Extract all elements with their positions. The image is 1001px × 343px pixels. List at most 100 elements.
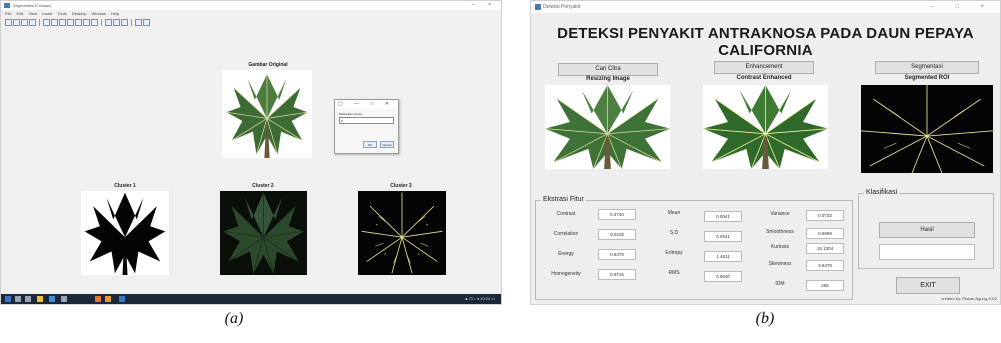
ekstrasi-fitur-group: Ekstrasi Fitur Contrast 0.4740 Correlati… bbox=[535, 196, 853, 300]
correlation-value-field: 0.0229 bbox=[598, 229, 636, 240]
system-tray[interactable]: ▲ ⊡ ♪ ◂ 10:24 ▭ bbox=[464, 295, 495, 303]
data-cursor-icon[interactable] bbox=[83, 19, 90, 26]
original-leaf-image bbox=[222, 70, 312, 158]
contrast-feature-label: Contrast bbox=[556, 211, 576, 217]
figure-menubar[interactable]: File Edit View Insert Tools Desktop Wind… bbox=[1, 10, 501, 18]
entropy-value-field: 1.4811 bbox=[704, 251, 742, 262]
idm-value-field: 255 bbox=[806, 280, 844, 291]
variance-feature-label: Variance bbox=[770, 211, 790, 217]
zoom-in-icon[interactable] bbox=[51, 19, 58, 26]
energy-feature-label: Energy bbox=[558, 251, 574, 257]
contrast-label: Contrast Enhanced bbox=[736, 75, 792, 81]
contrast-image bbox=[703, 85, 828, 169]
cluster3-title: Cluster 3 bbox=[390, 183, 412, 189]
cluster1-title: Cluster 1 bbox=[114, 183, 136, 189]
homogeneity-value-field: 0.9716 bbox=[598, 269, 636, 280]
figure-titlebar: Segmentasi K-Means – × bbox=[1, 1, 501, 10]
window-controls[interactable]: – × bbox=[472, 1, 497, 10]
segmented-image bbox=[861, 85, 993, 173]
exit-button[interactable]: EXIT bbox=[896, 277, 960, 294]
cluster3-leaf-graphic bbox=[360, 191, 444, 275]
cancel-button[interactable]: Cancel bbox=[380, 141, 394, 148]
edge-icon[interactable] bbox=[49, 296, 55, 302]
pointer-icon[interactable] bbox=[43, 19, 50, 26]
zoom-out-icon[interactable] bbox=[59, 19, 66, 26]
print-icon[interactable] bbox=[29, 19, 36, 26]
entropy-feature-label: Entropy bbox=[665, 250, 683, 256]
toolbar-separator bbox=[101, 19, 102, 26]
segmented-label: Segmented ROI bbox=[904, 75, 950, 81]
rotate-icon[interactable] bbox=[75, 19, 82, 26]
skewness-feature-label: Skewness bbox=[768, 261, 792, 267]
task-view-icon[interactable] bbox=[25, 296, 31, 302]
store-icon[interactable] bbox=[61, 296, 67, 302]
dock-icon[interactable] bbox=[143, 19, 150, 26]
cluster1-image bbox=[81, 191, 169, 275]
dialog-buttons: OK Cancel bbox=[363, 141, 394, 148]
browser-taskbar-icon[interactable] bbox=[119, 296, 125, 302]
sd-value-field: 0.0541 bbox=[704, 231, 742, 242]
figure-window-title: Segmentasi K-Means bbox=[13, 3, 52, 8]
resized-leaf-graphic bbox=[545, 85, 670, 169]
matlab-taskbar-icon[interactable] bbox=[95, 296, 101, 302]
smoothness-feature-label: Smoothness bbox=[766, 229, 794, 235]
search-icon[interactable] bbox=[15, 296, 21, 302]
new-figure-icon[interactable] bbox=[5, 19, 12, 26]
dialog-titlebar[interactable]: ▢ — □ ✕ bbox=[335, 100, 398, 109]
credit-text: created by: Riskan Agung 2022 bbox=[941, 296, 997, 301]
dialog-prompt: Masukkan cluster bbox=[339, 112, 363, 116]
hide-plot-tools-icon[interactable] bbox=[121, 19, 128, 26]
segmented-leaf-graphic bbox=[861, 85, 993, 173]
skewness-value-field: 3.6478 bbox=[806, 260, 844, 271]
colorbar-icon[interactable] bbox=[105, 19, 112, 26]
kurtosis-feature-label: Kurtosis bbox=[770, 244, 790, 250]
figure-root: Segmentasi K-Means – × File Edit View In… bbox=[0, 0, 1001, 343]
kurtosis-value-field: 15.1304 bbox=[806, 243, 844, 254]
start-icon[interactable] bbox=[5, 296, 11, 302]
correlation-feature-label: Correlation bbox=[553, 231, 579, 237]
show-plot-tools-icon[interactable] bbox=[135, 19, 142, 26]
leaf-graphic bbox=[223, 70, 311, 158]
gui-titlebar: Deteksi Penyakit – □ × bbox=[531, 1, 1000, 13]
resizing-image bbox=[545, 85, 670, 169]
pan-icon[interactable] bbox=[67, 19, 74, 26]
file-explorer-icon[interactable] bbox=[37, 296, 43, 302]
cluster2-image bbox=[220, 191, 307, 275]
resizing-label: Resizing Image bbox=[586, 76, 630, 82]
original-image-title: Gambar Original bbox=[248, 62, 288, 68]
mean-value-field: 0.0041 bbox=[704, 211, 742, 222]
idm-feature-label: IDM bbox=[775, 281, 785, 287]
legend-icon[interactable] bbox=[113, 19, 120, 26]
variance-value-field: 0.0733 bbox=[806, 210, 844, 221]
smoothness-value-field: 0.9999 bbox=[806, 228, 844, 239]
contrast-value-field: 0.4740 bbox=[598, 209, 636, 220]
ekstrasi-fitur-title: Ekstrasi Fitur bbox=[541, 196, 586, 203]
save-icon[interactable] bbox=[21, 19, 28, 26]
cluster2-title: Cluster 2 bbox=[252, 183, 274, 189]
ok-button[interactable]: OK bbox=[363, 141, 377, 148]
toolbar-separator bbox=[39, 19, 40, 26]
figure-toolbar bbox=[1, 18, 501, 27]
hasil-button[interactable]: Hasil bbox=[879, 222, 975, 238]
matlab-icon bbox=[4, 3, 10, 8]
classification-result-field bbox=[879, 244, 975, 260]
segmentasi-button[interactable]: Segmentasi bbox=[875, 61, 979, 74]
window-controls[interactable]: – □ × bbox=[930, 1, 994, 13]
caption-b: (b) bbox=[755, 310, 775, 327]
cluster-count-input[interactable]: 3 bbox=[339, 117, 394, 124]
toolbar-separator bbox=[131, 19, 132, 26]
kmeans-figure-window: Segmentasi K-Means – × File Edit View In… bbox=[0, 0, 502, 305]
energy-value-field: 0.9478 bbox=[598, 249, 636, 260]
app-heading: DETEKSI PENYAKIT ANTRAKNOSA PADA DAUN PE… bbox=[557, 25, 974, 59]
input-cluster-dialog: ▢ — □ ✕ Masukkan cluster 3 OK Cancel bbox=[334, 99, 399, 154]
brush-icon[interactable] bbox=[91, 19, 98, 26]
sd-feature-label: S.D bbox=[669, 230, 679, 236]
cluster3-image bbox=[358, 191, 446, 275]
matlab-icon bbox=[535, 4, 541, 10]
klasifikasi-title: Klasifikasi bbox=[864, 189, 900, 196]
open-file-icon[interactable] bbox=[13, 19, 20, 26]
enhancement-button[interactable]: Enhancement bbox=[714, 61, 814, 74]
cluster2-leaf-graphic bbox=[221, 191, 306, 275]
app-taskbar-icon[interactable] bbox=[105, 296, 111, 302]
cari-citra-button[interactable]: Cari Citra bbox=[558, 63, 658, 76]
